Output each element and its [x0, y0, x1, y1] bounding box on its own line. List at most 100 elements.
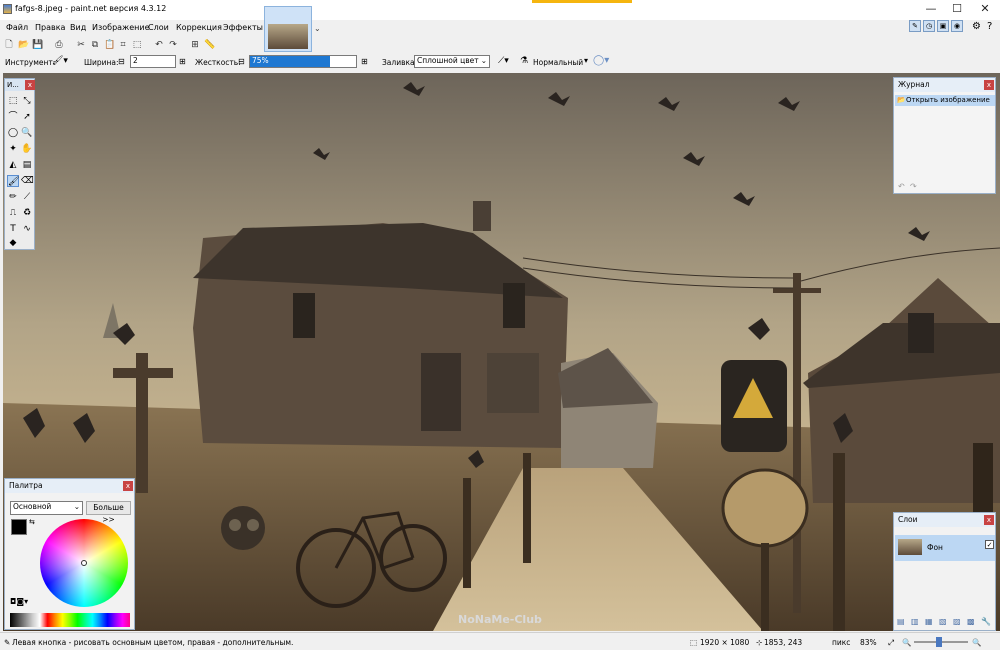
tools-panel-close-button[interactable]: x [25, 80, 35, 90]
merge-layer-icon[interactable]: ▧ [939, 617, 947, 626]
copy-icon[interactable]: ⧉ [90, 40, 100, 50]
palette-chevron-icon: ⌄ [73, 502, 80, 511]
history-item[interactable]: 📂 Открыть изображение [895, 95, 995, 106]
paste-icon[interactable]: 📋 [104, 40, 115, 50]
zoom-level[interactable]: 83% [860, 638, 877, 647]
document-tab-thumbnail[interactable] [264, 6, 312, 52]
menu-layers[interactable]: Слои [148, 23, 169, 32]
document-list-dropdown[interactable]: ⌄ [314, 24, 321, 33]
print-icon[interactable]: ⎙ [54, 40, 64, 50]
menu-adjustments[interactable]: Коррекция [176, 23, 222, 32]
swap-colors-icon[interactable]: ⇆ [29, 518, 35, 526]
deselect-icon[interactable]: ⬚ [132, 40, 142, 50]
menu-file[interactable]: Файл [6, 23, 28, 32]
shapes-icon[interactable]: ◆ [7, 237, 19, 249]
move-layer-up-icon[interactable]: ▨ [953, 617, 961, 626]
more-button[interactable]: Больше >> [86, 501, 131, 524]
eraser-icon[interactable]: ⌫ [21, 175, 34, 187]
line-curve-icon[interactable]: ∿ [21, 223, 33, 235]
gradient-icon[interactable]: ▤ [21, 159, 33, 171]
zoom-icon[interactable]: 🔍 [21, 127, 33, 139]
magic-wand-icon[interactable]: ✦ [7, 143, 19, 155]
redo-icon[interactable]: ↷ [168, 40, 178, 50]
zoom-slider[interactable] [914, 637, 968, 647]
units-select[interactable]: пикс [832, 638, 850, 647]
history-window-toggle-icon[interactable]: ◷ [923, 20, 935, 32]
width-decrease-icon[interactable]: ⊟ [118, 57, 125, 66]
cut-icon[interactable]: ✂ [76, 40, 86, 50]
palette-mode-select[interactable]: Основной ⌄ [10, 501, 83, 515]
fill-select[interactable]: Сплошной цвет ⌄ [414, 55, 490, 68]
image-canvas[interactable]: NoNaMe-Club [3, 73, 1000, 631]
tools-window-toggle-icon[interactable]: ✎ [909, 20, 921, 32]
palette-swatches[interactable] [10, 613, 130, 627]
move-selection-icon[interactable]: ⤡ [21, 95, 33, 107]
close-window-button[interactable]: ✕ [974, 2, 996, 16]
tool-label: Инструмент: [5, 58, 56, 67]
hardness-increase-icon[interactable]: ⊞ [361, 57, 368, 66]
text-icon[interactable]: T [7, 223, 19, 235]
palette-panel-header: Палитра [5, 479, 134, 493]
paintbrush-icon[interactable]: 🖌 [7, 175, 19, 187]
layer-visibility-checkbox[interactable]: ✓ [985, 540, 994, 549]
crop-icon[interactable]: ⌗ [118, 40, 128, 50]
colors-window-toggle-icon[interactable]: ◉ [951, 20, 963, 32]
delete-layer-icon[interactable]: ▥ [911, 617, 919, 626]
ruler-icon[interactable]: 📏 [204, 40, 215, 50]
selection-quality-icon[interactable]: ◯▾ [593, 55, 609, 66]
menu-edit[interactable]: Правка [35, 23, 65, 32]
minimize-button[interactable]: — [920, 2, 942, 16]
settings-gear-icon[interactable]: ⚙ [972, 21, 981, 32]
pan-icon[interactable]: ✋ [21, 143, 33, 155]
blend-mode-chevron-icon[interactable]: ▾ [584, 56, 588, 65]
canvas-image [3, 73, 1000, 631]
clone-stamp-icon[interactable]: ⎍ [7, 207, 19, 219]
move-layer-down-icon[interactable]: ▩ [967, 617, 975, 626]
history-panel-close-button[interactable]: x [984, 80, 994, 90]
zoom-in-icon[interactable]: 🔍 [972, 638, 981, 647]
rectangle-select-icon[interactable]: ⬚ [7, 95, 19, 107]
width-increase-icon[interactable]: ⊞ [179, 57, 186, 66]
move-selected-icon[interactable]: ➚ [21, 111, 33, 123]
help-icon[interactable]: ? [987, 21, 992, 32]
menu-effects[interactable]: Эффекты [223, 23, 263, 32]
layer-properties-icon[interactable]: 🔧 [981, 617, 991, 626]
zoom-out-icon[interactable]: 🔍 [902, 638, 911, 647]
paint-bucket-icon[interactable]: ◭ [7, 159, 19, 171]
width-input[interactable]: 2 [130, 55, 176, 68]
hardness-slider[interactable]: 75% [249, 55, 357, 68]
layers-window-toggle-icon[interactable]: ▣ [937, 20, 949, 32]
pencil-icon[interactable]: ✏ [7, 191, 19, 203]
palette-panel-close-button[interactable]: x [123, 481, 133, 491]
save-icon[interactable]: 💾 [32, 40, 43, 50]
layer-item[interactable]: Фон ✓ [895, 535, 995, 561]
add-layer-icon[interactable]: ▤ [897, 617, 905, 626]
paintbrush-tool-selector-icon[interactable]: 🖌▾ [52, 56, 68, 66]
primary-color-swatch[interactable] [11, 519, 27, 535]
new-file-icon[interactable]: 🗋 [4, 40, 14, 50]
zoom-slider-thumb[interactable] [936, 637, 942, 647]
zoom-fit-icon[interactable]: ⤢ [888, 638, 894, 648]
color-wheel[interactable] [40, 519, 128, 607]
layers-panel-title: Слои [898, 515, 918, 524]
open-file-icon[interactable]: 📂 [18, 40, 29, 50]
ellipse-select-icon[interactable]: ◯ [7, 127, 19, 139]
color-picker-icon[interactable]: ⟋ [21, 191, 33, 203]
antialiasing-icon[interactable]: ⟋▾ [498, 56, 509, 66]
history-redo-icon[interactable]: ↷ [910, 182, 917, 191]
duplicate-layer-icon[interactable]: ▦ [925, 617, 933, 626]
grid-icon[interactable]: ⊞ [190, 40, 200, 50]
menu-view[interactable]: Вид [70, 23, 86, 32]
palette-add-icon[interactable]: ◘◙▾ [10, 597, 28, 606]
menu-image[interactable]: Изображение [92, 23, 150, 32]
recolor-icon[interactable]: ♻ [21, 207, 33, 219]
history-panel-title: Журнал [898, 80, 930, 89]
undo-icon[interactable]: ↶ [154, 40, 164, 50]
history-undo-icon[interactable]: ↶ [898, 182, 905, 191]
blend-mode-select[interactable]: Нормальный [533, 58, 583, 67]
layers-panel-close-button[interactable]: x [984, 515, 994, 525]
color-wheel-marker[interactable] [81, 560, 87, 566]
maximize-button[interactable]: ☐ [946, 2, 968, 16]
lasso-select-icon[interactable]: ⌒ [7, 111, 19, 123]
hardness-decrease-icon[interactable]: ⊟ [238, 57, 245, 66]
